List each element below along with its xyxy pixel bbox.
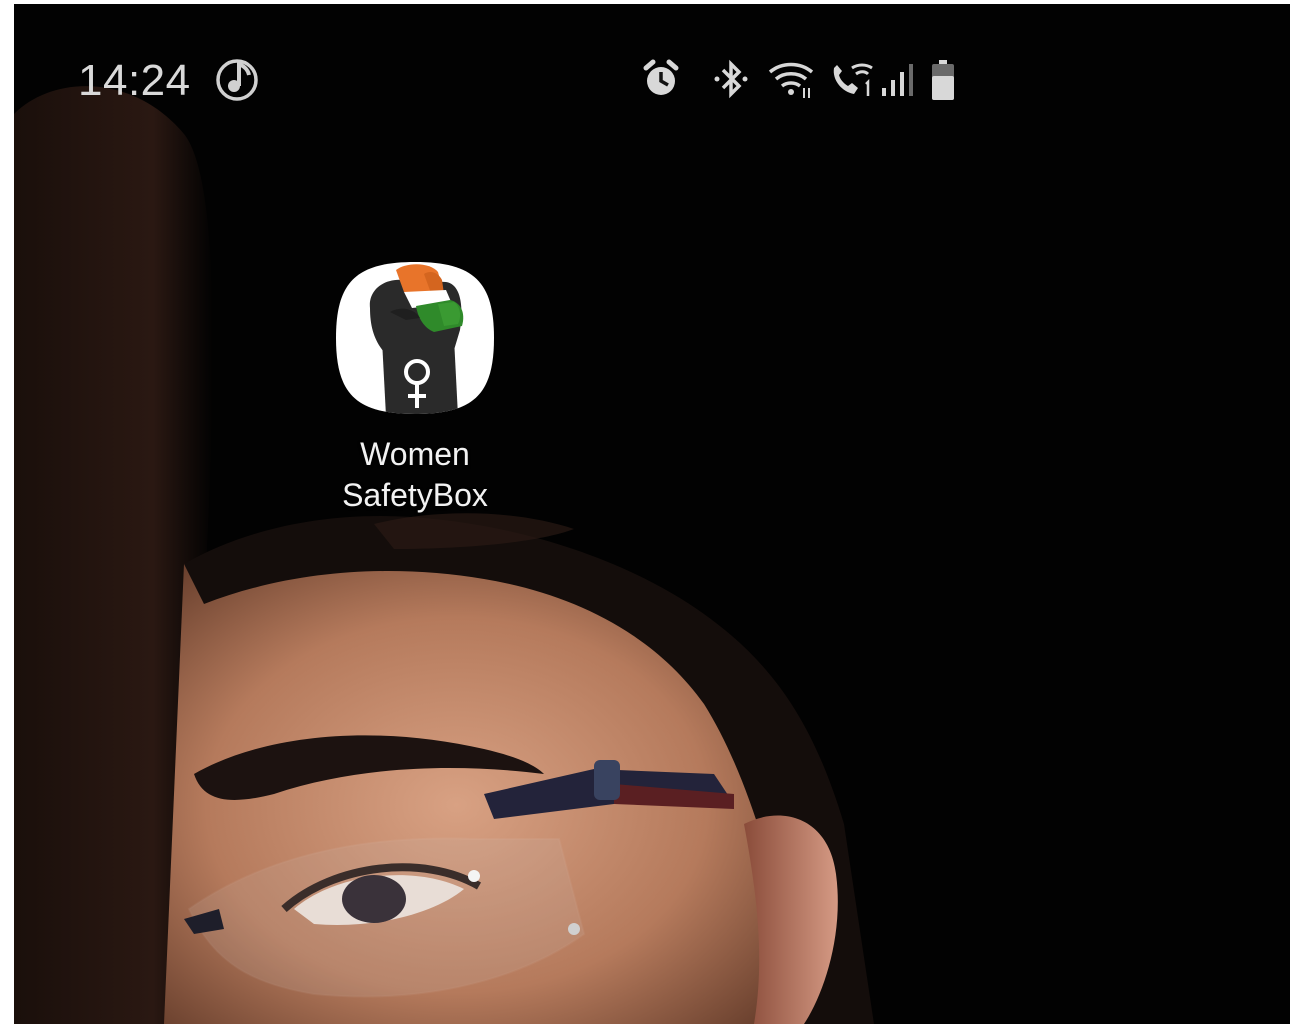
phone-screen: 14:24 Women SafetyBox [14,4,1290,1024]
wallpaper [14,4,1290,1024]
wifi-icon [768,62,814,98]
status-bar: 14:24 [14,4,1290,144]
wifi-calling-icon [833,63,873,96]
battery-icon [932,60,954,100]
women-safetybox-app-icon[interactable] [334,260,496,416]
music-note-icon [216,59,258,101]
app-label-line2: SafetyBox [342,477,488,513]
app-label[interactable]: Women SafetyBox [304,434,526,516]
alarm-icon [643,59,679,95]
clock: 14:24 [78,56,191,105]
bluetooth-icon [714,59,748,99]
signal-icon [882,64,913,96]
app-label-line1: Women [360,436,470,472]
